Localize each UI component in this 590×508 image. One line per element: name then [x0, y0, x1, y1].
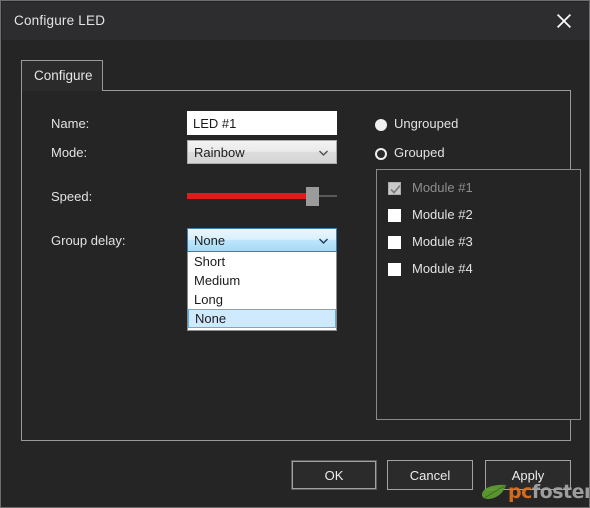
- dropdown-option[interactable]: Medium: [188, 271, 336, 290]
- check-icon: [390, 185, 401, 194]
- speed-slider[interactable]: [187, 184, 337, 208]
- list-item-label: Module #1: [412, 180, 473, 195]
- checkbox-unchecked[interactable]: [388, 209, 401, 222]
- configure-led-dialog: Configure LED Configure Name: Mode: Spee…: [0, 0, 590, 508]
- radio-grouped-label: Grouped: [394, 145, 445, 160]
- mode-dropdown-value: Rainbow: [194, 145, 245, 160]
- list-item-label: Module #2: [412, 207, 473, 222]
- group-delay-dropdown-value: None: [194, 233, 226, 248]
- chevron-down-icon: [319, 150, 328, 156]
- cancel-button[interactable]: Cancel: [387, 460, 473, 490]
- name-label: Name:: [51, 116, 90, 131]
- dropdown-option-selected[interactable]: None: [188, 309, 336, 328]
- list-item-label: Module #3: [412, 234, 473, 249]
- radio-ungrouped-mark: [375, 119, 387, 131]
- list-item-label: Module #4: [412, 261, 473, 276]
- window-title: Configure LED: [14, 13, 106, 28]
- apply-button[interactable]: Apply: [485, 460, 571, 490]
- tab-panel-seam: [22, 90, 102, 91]
- radio-grouped-mark: [375, 148, 387, 160]
- speed-slider-thumb[interactable]: [306, 187, 319, 206]
- mode-dropdown[interactable]: Rainbow: [187, 140, 337, 164]
- radio-ungrouped-label: Ungrouped: [394, 116, 459, 131]
- speed-label: Speed:: [51, 189, 93, 204]
- ok-button[interactable]: OK: [291, 460, 377, 490]
- title-bar: Configure LED: [2, 2, 589, 40]
- group-delay-dropdown[interactable]: None: [187, 228, 337, 252]
- name-input[interactable]: [187, 111, 337, 135]
- mode-label: Mode:: [51, 145, 88, 160]
- dropdown-option[interactable]: Long: [188, 290, 336, 309]
- module-list: Module #1 Module #2 Module #3 Module #4: [376, 169, 581, 420]
- close-x-icon: [557, 14, 571, 28]
- chevron-down-icon: [319, 238, 328, 244]
- dropdown-option[interactable]: Short: [188, 252, 336, 271]
- checkbox-unchecked[interactable]: [388, 236, 401, 249]
- close-icon[interactable]: [542, 2, 586, 40]
- group-delay-label: Group delay:: [51, 233, 126, 248]
- speed-slider-fill: [187, 193, 307, 199]
- tab-configure-label: Configure: [34, 68, 93, 83]
- group-delay-option-list[interactable]: Short Medium Long None: [187, 252, 337, 331]
- checkbox-checked-disabled[interactable]: [388, 182, 401, 195]
- checkbox-unchecked[interactable]: [388, 263, 401, 276]
- tab-configure[interactable]: Configure: [21, 60, 103, 91]
